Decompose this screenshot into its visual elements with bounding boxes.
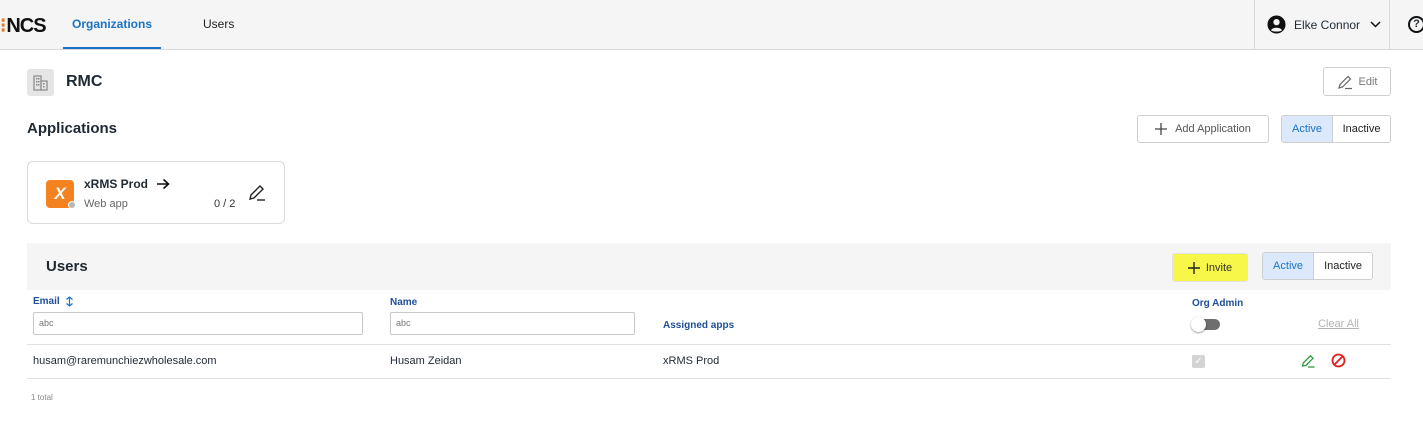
applications-title: Applications	[27, 120, 118, 137]
user-name-cell: Husam Zeidan	[390, 355, 462, 367]
ncs-logo[interactable]: ⁝NCS	[0, 13, 47, 38]
row-divider	[27, 378, 1391, 379]
edit-org-button[interactable]: Edit	[1323, 67, 1391, 96]
org-name: RMC	[66, 73, 103, 90]
name-column-header: Name	[390, 297, 418, 308]
top-navigation-bar: ⁝NCS Organizations Users Elke Connor ?	[0, 0, 1423, 50]
add-application-label: Add Application	[1175, 123, 1251, 135]
deactivate-user-block-icon[interactable]	[1331, 353, 1346, 368]
toggle-knob	[1191, 317, 1206, 332]
invite-button[interactable]: Invite	[1172, 253, 1248, 282]
app-type: Web app	[84, 198, 128, 210]
org-admin-checkbox[interactable]: ✓	[1192, 355, 1205, 368]
app-pencil-icon[interactable]	[248, 184, 266, 202]
user-assigned-apps-cell: xRMS Prod	[663, 355, 720, 367]
user-menu[interactable]: Elke Connor	[1254, 0, 1390, 49]
application-card[interactable]: X xRMS Prod Web app 0 / 2	[27, 161, 285, 224]
add-application-button[interactable]: Add Application	[1137, 115, 1269, 143]
app-user-count: 0 / 2	[214, 198, 236, 210]
assigned-apps-column-header: Assigned apps	[663, 320, 735, 331]
applications-active-toggle[interactable]: Active	[1282, 116, 1333, 142]
user-circle-icon	[1267, 15, 1286, 34]
users-title: Users	[46, 258, 88, 275]
users-status-filter: Active Inactive	[1262, 252, 1373, 280]
email-filter-input[interactable]: abc	[33, 312, 363, 335]
row-divider	[27, 344, 1391, 345]
users-inactive-toggle[interactable]: Inactive	[1313, 253, 1372, 279]
user-email-cell: husam@raremunchiezwholesale.com	[33, 355, 217, 367]
building-icon	[27, 69, 54, 96]
tab-organizations[interactable]: Organizations	[63, 0, 161, 49]
org-admin-column-header: Org Admin	[1192, 298, 1244, 309]
sort-icon[interactable]	[65, 296, 74, 307]
tab-users[interactable]: Users	[203, 0, 234, 49]
applications-status-filter: Active Inactive	[1281, 115, 1391, 143]
applications-inactive-toggle[interactable]: Inactive	[1332, 116, 1390, 142]
edit-label: Edit	[1358, 75, 1378, 88]
user-name: Elke Connor	[1294, 17, 1361, 32]
app-name: xRMS Prod	[84, 177, 149, 191]
app-status-dot	[68, 201, 76, 209]
name-filter-input[interactable]: abc	[390, 312, 635, 335]
total-count: 1 total	[31, 393, 53, 402]
clear-all-link[interactable]: Clear All	[1318, 318, 1359, 330]
org-admin-filter-toggle[interactable]	[1191, 317, 1220, 332]
plus-icon	[1155, 123, 1168, 135]
invite-label: Invite	[1205, 261, 1233, 274]
email-column-label: Email	[33, 296, 60, 307]
plus-icon	[1187, 261, 1200, 274]
chevron-down-icon	[1370, 21, 1381, 28]
users-section-header: Users Invite	[27, 243, 1391, 290]
email-column-header[interactable]: Email	[33, 296, 74, 307]
app-name-link[interactable]: xRMS Prod	[84, 177, 170, 191]
arrow-right-icon	[157, 178, 170, 190]
pencil-icon	[1337, 75, 1352, 89]
edit-user-pencil-icon[interactable]	[1301, 354, 1315, 368]
users-active-toggle[interactable]: Active	[1263, 253, 1314, 279]
help-icon[interactable]: ?	[1408, 16, 1423, 33]
